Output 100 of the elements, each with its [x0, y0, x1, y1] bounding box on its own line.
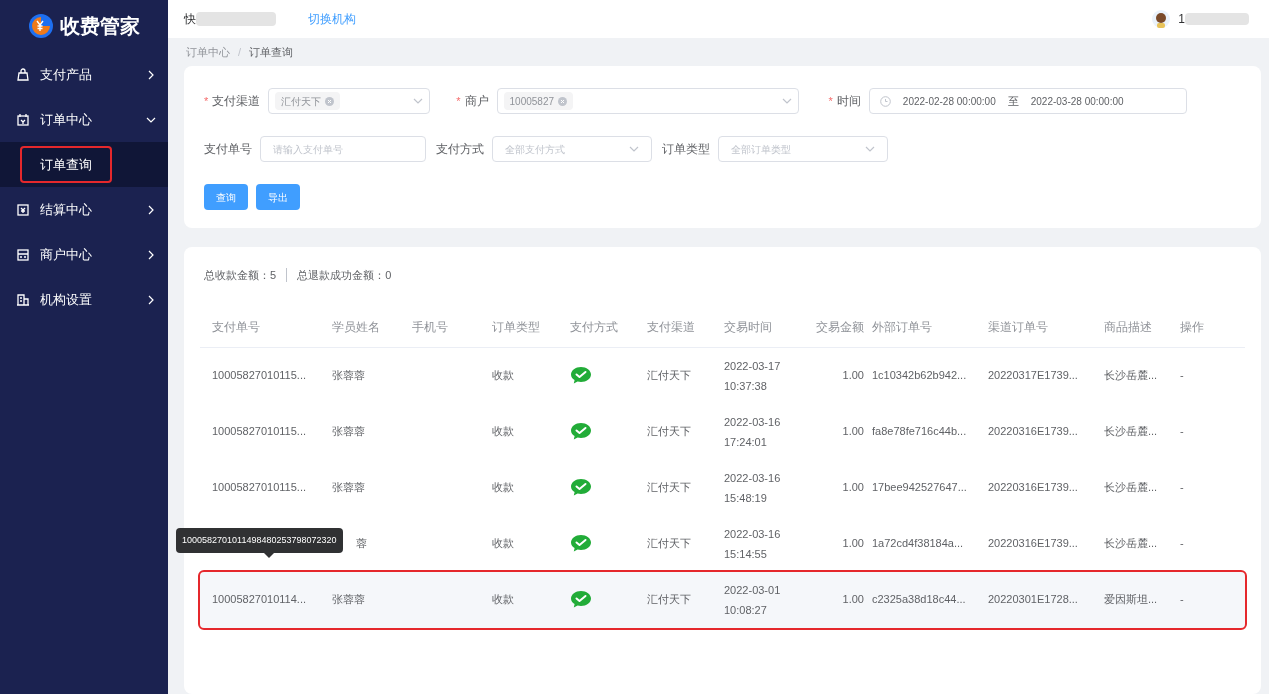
table-cell-text: 1c10342b62b942... — [872, 368, 968, 384]
field-label: 订单类型 — [662, 141, 710, 158]
column-header: 外部订单号 — [872, 319, 933, 336]
dropdown-chevron-icon — [781, 96, 792, 106]
table-cell-text: 爱因斯坦... — [1104, 592, 1159, 608]
table-cell-text: 1.00 — [841, 536, 865, 552]
table-cell-text: - — [1180, 592, 1185, 608]
app-logo-text: 收费管家 — [60, 14, 140, 39]
column-header: 操作 — [1180, 319, 1205, 336]
tooltip-arrow-icon — [264, 553, 274, 558]
table-cell-text: 长沙岳麓... — [1104, 480, 1159, 496]
sidebar-menu-item[interactable]: 支付产品 — [0, 52, 168, 97]
table-cell-text: 张蓉蓉 — [332, 480, 366, 496]
receipt-icon — [16, 202, 30, 217]
range-separator: 至 — [1007, 93, 1019, 109]
table-cell-text: 2022-03-16 15:48:19 — [724, 470, 782, 506]
chevron-right-icon — [146, 249, 156, 260]
sidebar-menu-item[interactable]: 结算中心 — [0, 187, 168, 232]
table-cell-text: 10005827010114... — [212, 592, 307, 608]
table-cell-text: 1.00 — [841, 592, 865, 608]
column-header: 支付渠道 — [647, 319, 696, 336]
table-cell-text: 收款 — [492, 424, 515, 440]
table-cell-text: 2022-03-16 15:14:55 — [724, 526, 782, 562]
required-asterisk: * — [828, 93, 833, 109]
dropdown-chevron-icon — [629, 144, 639, 154]
table-cell-text: 20220316E1739... — [988, 480, 1079, 496]
breadcrumb-item: 订单查询 — [249, 44, 294, 60]
sidebar-menu-item[interactable]: 商户中心 — [0, 232, 168, 277]
sidebar-menu-item[interactable]: 机构设置 — [0, 277, 168, 322]
select-field[interactable]: 10005827 — [496, 88, 799, 114]
table-cell-text: 汇付天下 — [647, 368, 692, 384]
register-icon — [16, 247, 30, 262]
wechat-pay-icon — [570, 590, 592, 609]
field-label: 支付渠道 — [212, 93, 261, 110]
table-cell-text: 收款 — [492, 480, 515, 496]
bag-icon — [16, 67, 30, 82]
selected-tag[interactable]: 10005827 — [503, 92, 574, 110]
total-collected: 总收款金额：5 — [204, 268, 277, 283]
wechat-pay-icon — [570, 422, 592, 441]
table-cell-text: 收款 — [492, 368, 515, 384]
wechat-pay-icon — [570, 534, 592, 553]
table-cell-text: - — [1180, 480, 1185, 496]
table-cell-text: fa8e78fe716c44b... — [872, 424, 968, 440]
user-name[interactable]: 1 — [1178, 10, 1185, 28]
field-label: 支付方式 — [436, 141, 484, 158]
clear-icon[interactable] — [558, 96, 568, 106]
table-cell-text: 20220316E1739... — [988, 424, 1079, 440]
column-header: 学员姓名 — [332, 319, 381, 336]
redaction-blur — [1185, 13, 1249, 25]
clock-icon — [879, 95, 891, 107]
start-date: 2022-02-28 00:00:00 — [902, 94, 996, 109]
table-cell-text: 汇付天下 — [647, 480, 692, 496]
breadcrumb-separator: / — [238, 44, 242, 60]
calendar-icon — [16, 112, 30, 127]
table-cell-text: 20220301E1728... — [988, 592, 1079, 608]
search-button[interactable]: 查询 — [204, 184, 248, 210]
column-header: 商品描述 — [1104, 319, 1153, 336]
table-cell-text: - — [1180, 424, 1185, 440]
table-cell-text: 2022-03-01 10:08:27 — [724, 582, 782, 618]
table-row[interactable]: 10005827010114... 张蓉蓉 收款 汇付天下 2022-03-01 10:08:27 1.00 c2325a38d18c44... 20220301E1728... 爱因斯坦... - — [200, 571, 1245, 628]
sidebar-menu-item[interactable]: 订单中心 — [0, 97, 168, 142]
column-header: 渠道订单号 — [988, 319, 1049, 336]
table-cell-text: 汇付天下 — [647, 424, 692, 440]
table-cell-text: - — [1180, 368, 1185, 384]
column-header: 支付方式 — [570, 319, 619, 336]
breadcrumb-item[interactable]: 订单中心 — [186, 43, 230, 61]
table-cell-text: c2325a38d18c44... — [872, 592, 967, 608]
avatar-icon[interactable] — [1152, 10, 1171, 28]
selected-tag[interactable]: 汇付天下 — [275, 92, 341, 110]
required-asterisk: * — [204, 93, 209, 109]
field-label: 支付单号 — [204, 141, 252, 158]
field-label: 商户 — [464, 93, 489, 110]
building-icon — [16, 292, 30, 307]
table-cell-text: 1.00 — [841, 480, 865, 496]
org-name: 快 — [184, 11, 196, 28]
column-header: 交易时间 — [724, 319, 773, 336]
column-header: 手机号 — [412, 319, 449, 336]
chevron-right-icon — [146, 294, 156, 305]
dropdown-chevron-icon — [865, 144, 875, 154]
required-asterisk: * — [456, 93, 461, 109]
export-button[interactable]: 导出 — [256, 184, 300, 210]
switch-org-link[interactable]: 切换机构 — [308, 10, 356, 28]
logo-icon — [28, 13, 54, 39]
chevron-right-icon — [146, 69, 156, 80]
field-label: 时间 — [836, 93, 861, 110]
column-header: 交易金额 — [815, 319, 865, 336]
table-cell-text: 10005827010115... — [212, 368, 307, 384]
sidebar-submenu-item[interactable]: 订单查询 — [20, 145, 112, 184]
table-cell-text: - — [1180, 536, 1185, 552]
table-cell-text: 20220316E1739... — [988, 536, 1079, 552]
table-cell-text: 收款 — [492, 536, 515, 552]
wechat-pay-icon — [570, 366, 592, 385]
clear-icon[interactable] — [325, 96, 335, 106]
table-cell-text: 张蓉蓉 — [332, 424, 366, 440]
select-field[interactable]: 汇付天下 — [268, 88, 431, 114]
date-range-field[interactable]: 2022-02-28 00:00:00 至 2022-03-28 00:00:00 — [868, 88, 1187, 114]
table-cell-text: 17bee942527647... — [872, 480, 968, 496]
wechat-pay-icon — [570, 478, 592, 497]
table-cell-text: 长沙岳麓... — [1104, 424, 1159, 440]
table-cell-text: 汇付天下 — [647, 592, 692, 608]
